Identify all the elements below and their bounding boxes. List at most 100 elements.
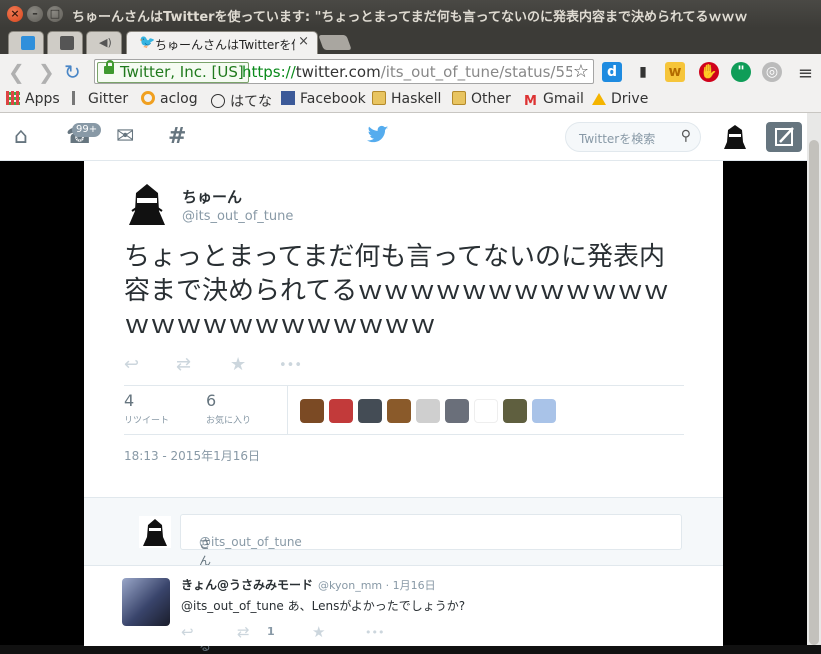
lock-icon	[104, 60, 114, 74]
bookmark-label: Gmail	[543, 91, 584, 107]
retweet-label: リツイート	[124, 416, 170, 426]
scrollbar-thumb[interactable]	[809, 140, 819, 645]
favorite-count[interactable]: 6	[206, 391, 216, 410]
bookmark-hatena[interactable]: はてな	[211, 91, 272, 111]
bookmark-apps[interactable]: Apps	[6, 91, 60, 107]
user-avatar[interactable]	[720, 122, 750, 152]
twitter-icon	[21, 36, 35, 50]
hangouts-extension-icon[interactable]: "	[731, 62, 751, 82]
favoriter-avatar[interactable]	[387, 399, 411, 423]
browser-menu-icon[interactable]: ≡	[798, 63, 813, 84]
window-maximize-button[interactable]: □	[47, 6, 63, 22]
aclog-icon	[141, 91, 155, 105]
folder-icon	[372, 91, 386, 105]
favoriter-avatar[interactable]	[300, 399, 324, 423]
reply-tweet[interactable]: きょん@うさみみモード @kyon_mm · 1月16日 @its_out_of…	[84, 565, 723, 646]
tweet-permalink-card: ちゅーん @its_out_of_tune ちょっとまってまだ何も言ってないのに…	[84, 161, 723, 653]
w-extension-icon[interactable]: w	[665, 62, 685, 82]
forward-icon[interactable]: ❯	[38, 60, 55, 84]
back-icon[interactable]: ❮	[8, 60, 25, 84]
twitter-bird-logo-icon[interactable]	[367, 125, 389, 145]
reply-composer: @its_out_of_tuneさんへ返信する	[84, 497, 723, 653]
favorite-icon[interactable]: ★	[230, 354, 246, 375]
more-icon[interactable]: •••	[279, 358, 302, 373]
author-handle[interactable]: @its_out_of_tune	[182, 209, 293, 224]
gitter-icon	[72, 91, 83, 105]
retweet-count[interactable]: 4	[124, 391, 134, 410]
home-icon[interactable]: ⌂	[14, 124, 28, 149]
bookmark-label: Haskell	[391, 91, 442, 107]
bookmark-star-icon[interactable]: ☆	[573, 61, 589, 82]
reply-icon[interactable]: ↩	[181, 623, 194, 641]
bookmark-label: Other	[471, 91, 511, 107]
favoriter-avatar[interactable]	[445, 399, 469, 423]
bookmark-drive[interactable]: Drive	[592, 91, 648, 107]
bookmark-label: Facebook	[300, 91, 366, 107]
more-icon[interactable]: •••	[365, 626, 384, 639]
bookmark-label: Gitter	[88, 91, 129, 107]
reload-icon[interactable]: ↻	[64, 60, 81, 84]
url-path: /its_out_of_tune/status/55	[380, 63, 572, 81]
bookmark-gitter[interactable]: Gitter	[72, 91, 128, 107]
favoriter-avatar[interactable]	[532, 399, 556, 423]
globe-extension-icon[interactable]: ◎	[762, 62, 782, 82]
tab-active[interactable]: 🐦 ちゅーんさんはTwitterを使 ×	[126, 31, 318, 54]
gmail-icon: M	[524, 94, 537, 109]
bookmark-label: Apps	[25, 91, 60, 107]
author-avatar[interactable]	[124, 181, 170, 227]
reply-author-handle-time[interactable]: @kyon_mm · 1月16日	[318, 577, 436, 593]
tab-twitter[interactable]	[8, 31, 44, 54]
retweet-icon[interactable]: ⇄	[176, 354, 191, 375]
address-bar[interactable]: Twitter, Inc. [US] https://twitter.com/i…	[94, 59, 594, 84]
reply-author-avatar[interactable]	[122, 578, 170, 626]
window-close-button[interactable]: ×	[7, 6, 23, 22]
reply-tweet-mention[interactable]: @its_out_of_tune	[181, 599, 284, 613]
window-titlebar: × – □ ちゅーんさんはTwitterを使っています: "ちょっとまってまだ何…	[0, 0, 821, 28]
url-text: https://twitter.com/its_out_of_tune/stat…	[242, 63, 572, 81]
bookmark-folder-haskell[interactable]: Haskell	[372, 91, 441, 107]
ev-certificate-badge[interactable]: Twitter, Inc. [US]	[97, 60, 249, 83]
favoriter-avatar[interactable]	[329, 399, 353, 423]
drive-icon	[592, 93, 606, 105]
author-name[interactable]: ちゅーん	[182, 186, 242, 207]
bookmarks-bar: Apps Gitter aclog はてな Facebook Haskell O…	[0, 90, 821, 113]
favorite-icon[interactable]: ★	[312, 623, 325, 641]
retweet-icon[interactable]: ⇄	[237, 623, 250, 641]
tab-speaker[interactable]: ◀)	[86, 31, 122, 54]
folder-icon	[452, 91, 466, 105]
tweet-timestamp[interactable]: 18:13 - 2015年1月16日	[124, 447, 260, 464]
adblock-extension-icon[interactable]: ✋	[699, 62, 719, 82]
reply-icon[interactable]: ↩	[124, 354, 139, 375]
bookmark-gmail[interactable]: M Gmail	[524, 91, 584, 109]
tab-close-button[interactable]: ×	[298, 34, 309, 49]
reply-mention: @its_out_of_tune	[199, 535, 302, 549]
reply-input[interactable]: @its_out_of_tuneさんへ返信する	[180, 514, 682, 653]
favoriter-avatar[interactable]	[503, 399, 527, 423]
window-minimize-button[interactable]: –	[27, 6, 43, 22]
discover-hash-icon[interactable]: #	[168, 124, 186, 149]
new-tab-button[interactable]	[318, 35, 352, 50]
favoriter-avatar[interactable]	[474, 399, 498, 423]
url-scheme: https://	[242, 63, 296, 81]
bookmark-label: はてな	[230, 94, 272, 110]
hatena-icon	[211, 94, 225, 108]
tab-audio[interactable]	[47, 31, 83, 54]
bookmark-aclog[interactable]: aclog	[141, 91, 198, 107]
dropbox-extension-icon[interactable]: d	[602, 62, 622, 82]
bookmark-folder-other[interactable]: Other	[452, 91, 511, 107]
reply-user-avatar	[139, 516, 171, 548]
tab-title: ちゅーんさんはTwitterを使	[155, 38, 295, 52]
tab-strip: ◀) 🐦 ちゅーんさんはTwitterを使 ×	[0, 28, 821, 54]
phone-extension-icon[interactable]: ▮	[633, 62, 653, 82]
reply-author-name[interactable]: きょん@うさみみモード	[181, 576, 313, 593]
favoriter-avatar[interactable]	[416, 399, 440, 423]
bookmark-facebook[interactable]: Facebook	[281, 91, 366, 107]
favoriter-avatar[interactable]	[358, 399, 382, 423]
compose-tweet-button[interactable]	[766, 122, 802, 152]
favorite-label: お気に入り	[206, 416, 252, 426]
facebook-icon	[281, 91, 295, 105]
search-icon[interactable]: ⚲	[681, 128, 691, 144]
messages-icon[interactable]: ✉	[116, 124, 134, 149]
vertical-scrollbar[interactable]	[807, 113, 821, 645]
search-input[interactable]: Twitterを検索 ⚲	[565, 122, 701, 152]
